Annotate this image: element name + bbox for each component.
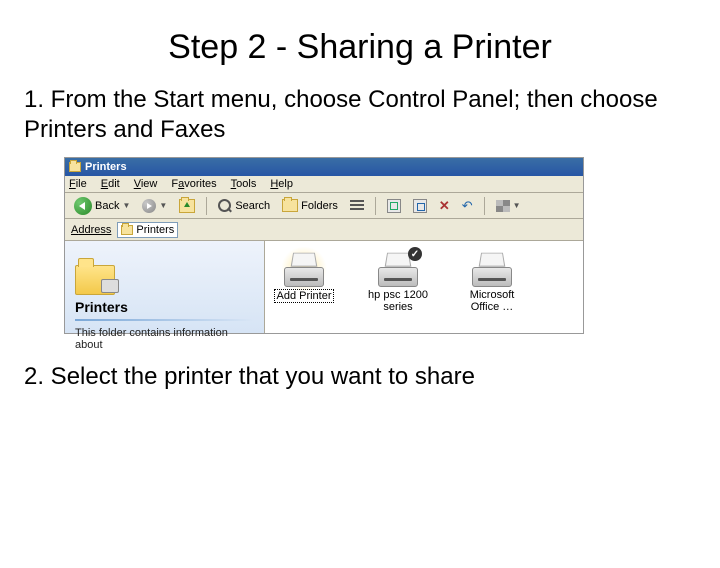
views-icon — [496, 200, 510, 212]
printers-folder-large-icon — [75, 251, 119, 295]
forward-arrow-icon — [142, 199, 156, 213]
up-folder-icon — [179, 199, 195, 213]
toolbar-separator — [375, 197, 376, 215]
menu-tools[interactable]: Tools — [231, 178, 257, 190]
menu-view[interactable]: View — [134, 178, 158, 190]
back-label: Back — [95, 200, 119, 212]
delete-icon: ✕ — [439, 198, 450, 214]
dropdown-icon[interactable]: ▼ — [513, 201, 521, 210]
toolbar: Back ▼ ▼ Search Folders ✕ ↶ ▼ — [65, 193, 583, 219]
menu-bar: File Edit View Favorites Tools Help — [65, 176, 583, 193]
left-task-pane: Printers This folder contains informatio… — [65, 241, 265, 333]
printers-folder-icon — [121, 225, 133, 235]
toolbar-separator — [484, 197, 485, 215]
left-pane-heading: Printers — [75, 299, 254, 315]
folders-button[interactable]: Folders — [279, 198, 341, 213]
window-titlebar[interactable]: Printers — [65, 158, 583, 176]
menu-edit[interactable]: Edit — [101, 178, 120, 190]
copy-to-icon — [413, 199, 427, 213]
views-button[interactable]: ▼ — [493, 199, 524, 213]
address-field[interactable]: Printers — [117, 222, 178, 238]
default-printer-badge-icon — [408, 247, 422, 261]
add-printer-label: Add Printer — [274, 289, 333, 303]
hp-printer-item[interactable]: hp psc 1200 series — [363, 251, 433, 313]
toolbar-separator — [206, 197, 207, 215]
window-title: Printers — [85, 161, 127, 173]
search-icon — [218, 199, 232, 213]
copy-to-button[interactable] — [410, 198, 430, 214]
hp-printer-label: hp psc 1200 series — [363, 289, 433, 313]
move-to-icon — [387, 199, 401, 213]
address-bar: Address Printers — [65, 219, 583, 241]
forward-button[interactable]: ▼ — [139, 198, 170, 214]
search-label: Search — [235, 200, 270, 212]
ms-office-printer-item[interactable]: Microsoft Office … — [457, 251, 527, 313]
add-printer-item[interactable]: Add Printer — [269, 251, 339, 303]
folders-icon — [282, 199, 298, 212]
undo-icon: ↶ — [462, 198, 473, 214]
divider — [75, 319, 254, 321]
ms-office-printer-label: Microsoft Office … — [457, 289, 527, 313]
dropdown-icon[interactable]: ▼ — [159, 201, 167, 210]
add-printer-icon — [284, 251, 324, 287]
icon-view-pane: Add Printer hp psc 1200 series Microsoft… — [265, 241, 583, 333]
step-2-text: 2. Select the printer that you want to s… — [24, 362, 696, 392]
menu-help[interactable]: Help — [270, 178, 293, 190]
history-button[interactable] — [347, 199, 367, 213]
printers-window-screenshot: Printers File Edit View Favorites Tools … — [64, 157, 584, 334]
delete-button[interactable]: ✕ — [436, 197, 453, 215]
step-1-text: 1. From the Start menu, choose Control P… — [24, 85, 696, 145]
page-title: Step 2 - Sharing a Printer — [0, 28, 720, 67]
printers-folder-icon — [69, 162, 81, 172]
printer-icon — [378, 251, 418, 287]
printer-icon — [472, 251, 512, 287]
dropdown-icon[interactable]: ▼ — [122, 201, 130, 210]
folders-label: Folders — [301, 200, 338, 212]
search-button[interactable]: Search — [215, 198, 273, 214]
back-arrow-icon — [74, 197, 92, 215]
move-to-button[interactable] — [384, 198, 404, 214]
menu-favorites[interactable]: Favorites — [171, 178, 216, 190]
window-content: Printers This folder contains informatio… — [65, 241, 583, 333]
history-icon — [350, 200, 364, 212]
undo-button[interactable]: ↶ — [459, 197, 476, 215]
address-value: Printers — [136, 224, 174, 236]
left-pane-description: This folder contains information about — [75, 327, 254, 351]
up-button[interactable] — [176, 198, 198, 214]
back-button[interactable]: Back ▼ — [71, 196, 133, 216]
address-label: Address — [71, 224, 111, 236]
menu-file[interactable]: File — [69, 178, 87, 190]
